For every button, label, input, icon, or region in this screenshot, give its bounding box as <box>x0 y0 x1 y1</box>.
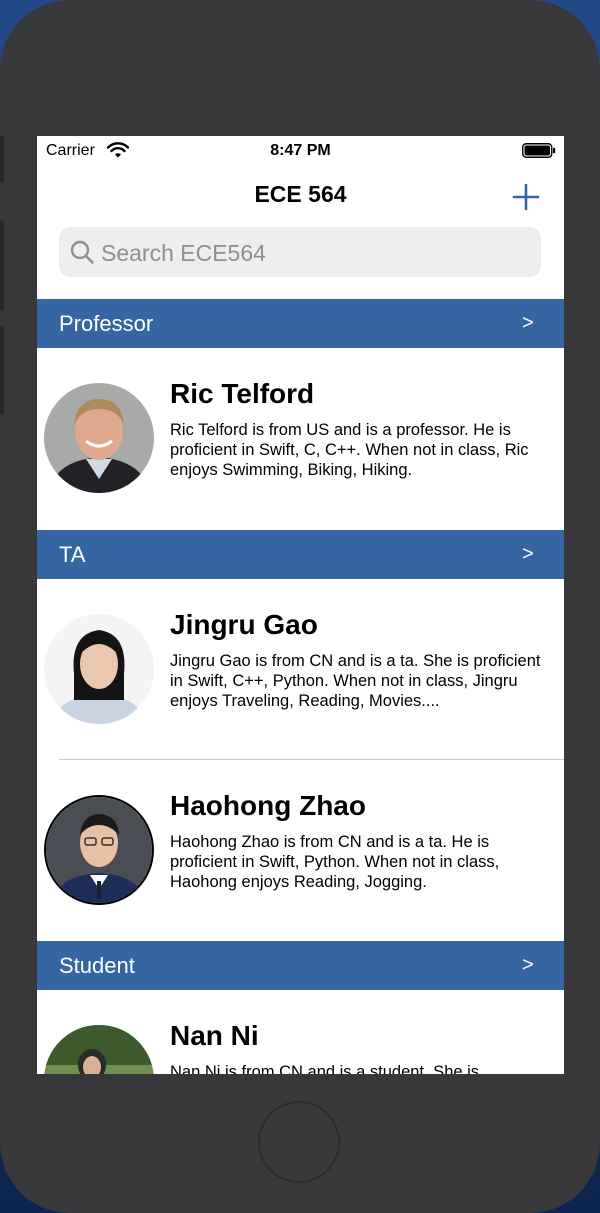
battery-icon <box>522 143 556 163</box>
search-icon <box>69 239 95 270</box>
list-item[interactable]: Ric Telford Ric Telford is from US and i… <box>37 348 564 530</box>
section-header-professor[interactable]: Professor > <box>37 299 564 348</box>
chevron-right-icon: > <box>522 312 534 334</box>
person-name: Jingru Gao <box>170 609 318 640</box>
list-item[interactable]: Jingru Gao Jingru Gao is from CN and is … <box>37 579 564 760</box>
person-name: Nan Ni <box>170 1020 259 1051</box>
person-name: Ric Telford <box>170 378 315 409</box>
person-description: Haohong Zhao is from CN and is a ta. He … <box>170 833 500 891</box>
avatar <box>44 1025 154 1074</box>
search-input[interactable] <box>99 227 533 279</box>
screen: Carrier 8:47 PM ECE 564 Search ECE564 Pr… <box>37 136 564 1074</box>
person-description: Jingru Gao is from CN and is a ta. She i… <box>170 652 541 710</box>
avatar <box>44 795 154 905</box>
person-description: Ric Telford is from US and is a professo… <box>170 421 529 479</box>
home-button[interactable] <box>258 1101 340 1183</box>
section-title: Student <box>59 953 135 978</box>
add-button[interactable] <box>511 182 541 212</box>
avatar <box>44 383 154 493</box>
status-bar: Carrier 8:47 PM <box>37 136 564 166</box>
chevron-right-icon: > <box>522 954 534 976</box>
chevron-right-icon: > <box>522 543 534 565</box>
nav-title: ECE 564 <box>254 181 347 207</box>
avatar <box>44 614 154 724</box>
mute-switch <box>0 135 4 183</box>
volume-up-button <box>0 220 4 310</box>
section-header-student[interactable]: Student > <box>37 941 564 990</box>
person-name: Haohong Zhao <box>170 790 366 821</box>
person-description: Nan Ni is from CN and is a student. She … <box>170 1063 480 1074</box>
section-header-ta[interactable]: TA > <box>37 530 564 579</box>
section-title: Professor <box>59 311 154 336</box>
status-time: 8:47 PM <box>270 142 331 159</box>
list-item[interactable]: Nan Ni Nan Ni is from CN and is a studen… <box>37 990 564 1074</box>
volume-down-button <box>0 325 4 415</box>
plus-icon <box>512 183 540 211</box>
phone-frame: Carrier 8:47 PM ECE 564 Search ECE564 Pr… <box>0 0 600 1213</box>
section-title: TA <box>59 542 86 567</box>
search-bar[interactable] <box>59 227 541 279</box>
list-item[interactable]: Haohong Zhao Haohong Zhao is from CN and… <box>37 760 564 941</box>
